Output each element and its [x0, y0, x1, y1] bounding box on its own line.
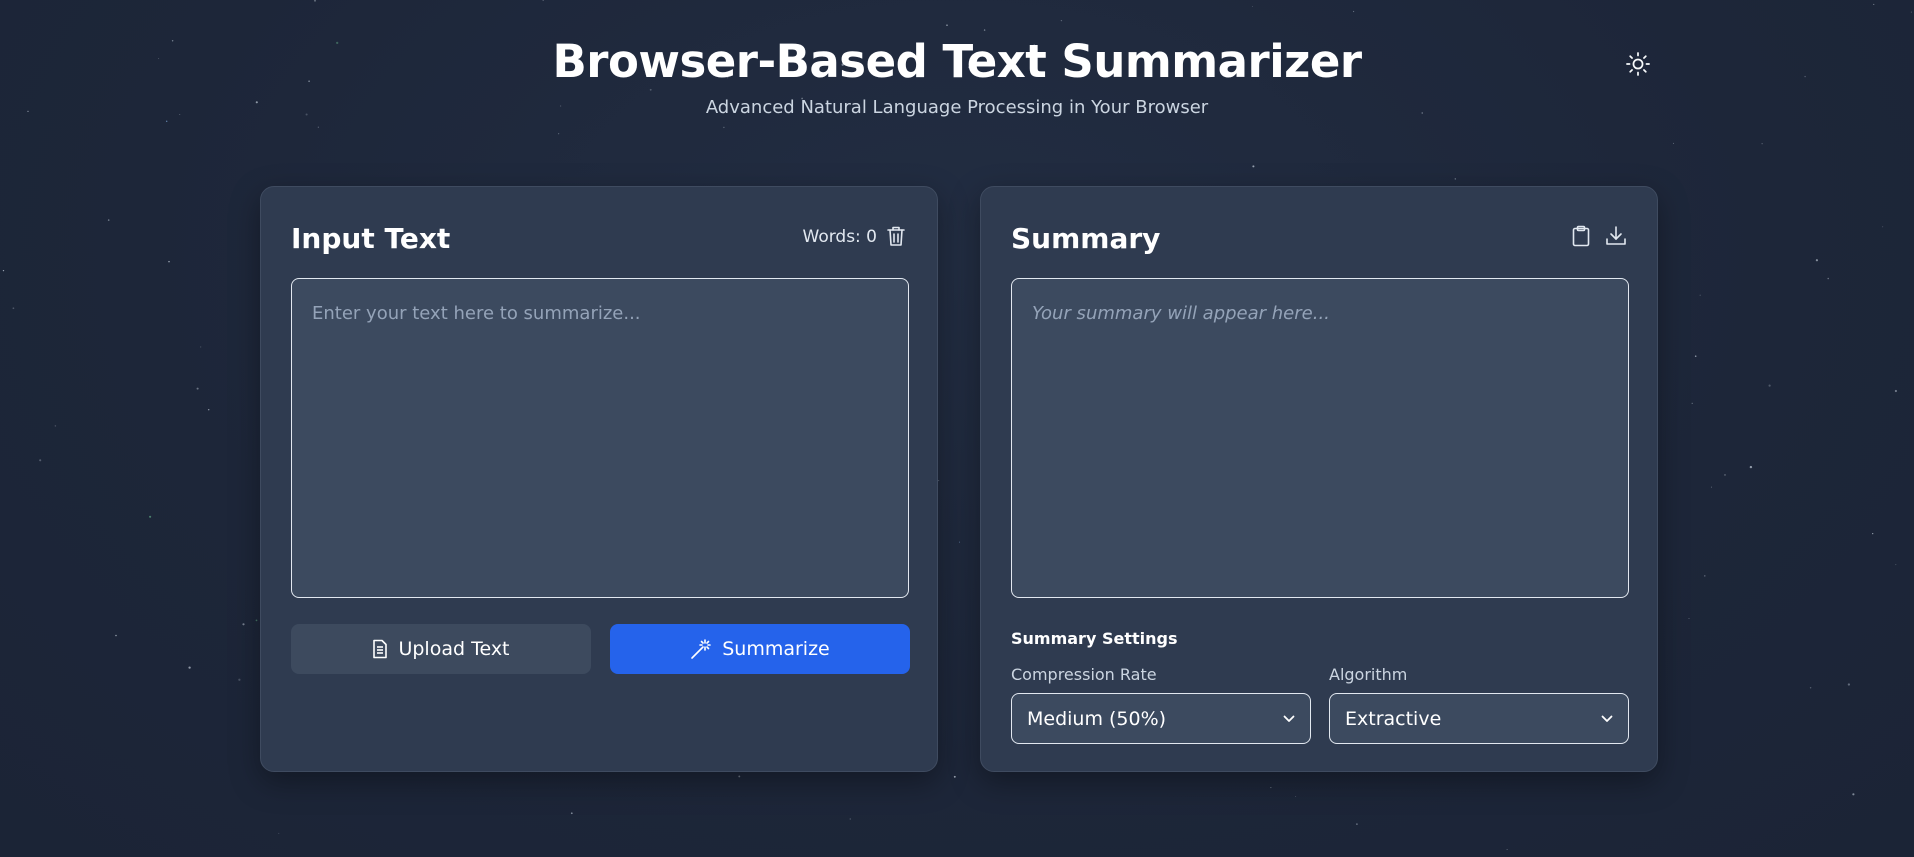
summary-output: Your summary will appear here...: [1011, 278, 1629, 598]
summary-settings-title: Summary Settings: [1011, 629, 1178, 648]
input-textarea[interactable]: [291, 278, 909, 598]
summarize-label: Summarize: [722, 638, 830, 660]
star: [168, 260, 170, 263]
star: [278, 832, 280, 834]
star: [188, 666, 191, 669]
star: [255, 619, 258, 622]
star: [1060, 19, 1063, 22]
star: [570, 812, 573, 815]
star: [207, 408, 210, 411]
star: [1724, 474, 1726, 476]
star: [1673, 142, 1674, 144]
chevron-down-icon: [1601, 715, 1613, 722]
star: [238, 678, 241, 681]
star: [115, 634, 117, 637]
summary-panel: Summary Your summary will appear here...…: [980, 186, 1658, 772]
star: [1882, 226, 1884, 228]
star: [1872, 533, 1874, 535]
star: [1761, 143, 1763, 145]
chevron-down-icon: [1283, 715, 1295, 722]
star: [1252, 165, 1255, 168]
star: [54, 425, 57, 427]
star: [166, 120, 168, 123]
algorithm-label: Algorithm: [1329, 665, 1408, 684]
star: [149, 515, 152, 518]
star: [1353, 10, 1355, 13]
star: [938, 480, 940, 482]
download-icon: [1606, 226, 1626, 245]
star: [1910, 11, 1912, 13]
star: [1847, 683, 1851, 686]
word-count: Words: 0: [802, 227, 878, 247]
algorithm-select[interactable]: Extractive: [1329, 693, 1629, 744]
star: [1710, 486, 1712, 488]
star: [1454, 178, 1456, 180]
star: [314, 0, 316, 2]
upload-text-button[interactable]: Upload Text: [291, 624, 591, 674]
star: [723, 126, 725, 129]
star: [558, 133, 560, 135]
star: [1815, 259, 1819, 262]
star: [1894, 389, 1897, 393]
clipboard-icon: [1572, 225, 1590, 247]
star: [1768, 384, 1771, 387]
star: [983, 29, 986, 31]
star: [196, 387, 199, 390]
star: [1852, 793, 1855, 796]
star: [953, 775, 956, 778]
input-panel-title: Input Text: [291, 222, 451, 255]
star: [1873, 3, 1875, 5]
star: [738, 775, 741, 778]
star: [242, 623, 245, 626]
summary-panel-title: Summary: [1011, 222, 1161, 255]
star: [200, 346, 202, 348]
compression-rate-label: Compression Rate: [1011, 665, 1157, 684]
page-subtitle: Advanced Natural Language Processing in …: [705, 97, 1209, 118]
star: [1749, 465, 1753, 469]
star: [1704, 575, 1706, 577]
star: [107, 219, 110, 221]
star: [1827, 277, 1829, 280]
algorithm-value: Extractive: [1345, 707, 1442, 730]
document-icon: [373, 639, 388, 659]
star: [1809, 687, 1812, 689]
clear-text-button[interactable]: [883, 223, 909, 249]
theme-toggle-button[interactable]: [1620, 48, 1656, 80]
star: [542, 0, 544, 1]
download-summary-button[interactable]: [1603, 223, 1629, 249]
app-background: Browser-Based Text Summarizer Advanced N…: [0, 0, 1914, 857]
magic-wand-icon: [691, 639, 712, 659]
compression-rate-select[interactable]: Medium (50%): [1011, 693, 1311, 744]
star: [1699, 294, 1701, 296]
summary-placeholder: Your summary will appear here...: [1032, 303, 1330, 324]
copy-summary-button[interactable]: [1568, 223, 1594, 249]
star: [1356, 823, 1358, 825]
star: [1694, 355, 1697, 358]
star: [1295, 795, 1297, 798]
star: [12, 307, 15, 310]
star: [1691, 402, 1693, 404]
compression-rate-value: Medium (50%): [1027, 707, 1167, 730]
upload-text-label: Upload Text: [398, 638, 510, 660]
star: [1270, 787, 1272, 789]
star: [2, 269, 5, 272]
star: [1506, 849, 1508, 850]
star: [1688, 618, 1690, 620]
star: [1895, 564, 1897, 566]
input-panel: Input Text Words: 0 Upload Text: [260, 186, 938, 772]
star: [39, 459, 42, 462]
sun-icon: [1626, 52, 1650, 76]
star: [1252, 6, 1254, 8]
star: [946, 24, 948, 27]
star: [317, 126, 319, 128]
summarize-button[interactable]: Summarize: [610, 624, 910, 674]
trash-icon: [887, 226, 905, 246]
star: [958, 541, 961, 543]
star: [849, 818, 851, 820]
